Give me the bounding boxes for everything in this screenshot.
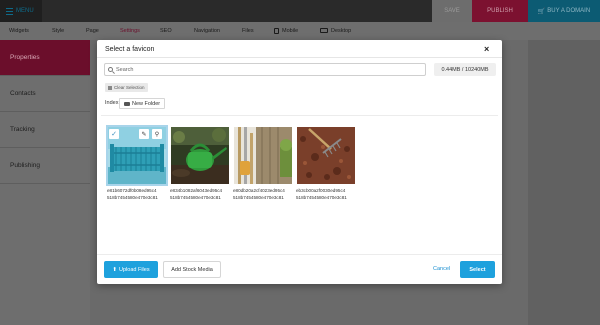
- menu-button[interactable]: MENU: [0, 0, 42, 22]
- file-name-line: 518b7454580e470e3c81: [233, 195, 284, 200]
- file-thumbnail-watering-can[interactable]: [171, 127, 229, 184]
- upload-files-label: Upload Files: [119, 266, 150, 273]
- tab-desktop-label: Desktop: [331, 28, 352, 34]
- file-name-line: 518b7454580e470e3c81: [296, 195, 347, 200]
- folder-icon: [124, 101, 130, 106]
- buy-domain-label: BUY A DOMAIN: [547, 8, 591, 14]
- sidebar-item-properties[interactable]: Properties: [0, 40, 90, 76]
- close-icon[interactable]: ×: [484, 44, 489, 54]
- file-name-line: e834b1082af6043ed95c4: [170, 188, 223, 193]
- breadcrumb-index[interactable]: Index: [105, 100, 118, 106]
- file-name-line: e81b6072df0b08ed95c4: [107, 188, 157, 193]
- new-folder-label: New Folder: [132, 100, 161, 107]
- file-name-line: e80db20a2cf4023ed95c4: [233, 188, 285, 193]
- tab-page[interactable]: Page: [86, 22, 99, 40]
- hamburger-icon: [6, 7, 13, 15]
- cancel-button[interactable]: Cancel: [433, 261, 450, 278]
- add-stock-media-button[interactable]: Add Stock Media: [163, 261, 221, 278]
- desktop-icon: [320, 28, 328, 34]
- save-button[interactable]: SAVE: [432, 0, 472, 22]
- file-name: e81b6072df0b08ed95c4 518b7454580e470e3c8…: [107, 187, 171, 201]
- publish-button[interactable]: PUBLISH: [472, 0, 528, 22]
- buy-domain-button[interactable]: 🛒 BUY A DOMAIN: [528, 0, 600, 22]
- tab-mobile-label: Mobile: [282, 28, 299, 34]
- clear-selection-label: Clear Selection: [114, 85, 145, 90]
- divider: [97, 254, 502, 255]
- tab-seo[interactable]: SEO: [160, 22, 172, 40]
- file-name-line: 518b7454580e470e3c81: [170, 195, 221, 200]
- edit-pencil-icon[interactable]: ✎: [139, 129, 149, 139]
- menu-label: MENU: [16, 8, 34, 14]
- tab-widgets[interactable]: Widgets: [9, 22, 29, 40]
- storage-usage: 0.44MB / 10240MB: [434, 63, 496, 76]
- checkmark-icon[interactable]: ✓: [109, 129, 119, 139]
- file-name-line: 518b7454580e470e3c81: [107, 195, 158, 200]
- tab-settings[interactable]: Settings: [120, 22, 140, 40]
- right-panel: [528, 40, 600, 325]
- cart-icon: 🛒: [537, 8, 546, 15]
- file-name-line: eb3cb00a2f0030ed95c4: [296, 188, 346, 193]
- divider: [101, 115, 498, 116]
- watering-can-image: [171, 127, 229, 184]
- tab-files[interactable]: Files: [242, 22, 254, 40]
- tab-mobile[interactable]: Mobile: [274, 22, 298, 40]
- tab-style[interactable]: Style: [52, 22, 64, 40]
- select-button[interactable]: Select: [460, 261, 495, 278]
- search-input[interactable]: [116, 66, 406, 73]
- file-name: e80db20a2cf4023ed95c4 518b7454580e470e3c…: [233, 187, 297, 201]
- file-thumbnail-soil-rake[interactable]: [297, 127, 355, 184]
- favicon-modal: Select a favicon × 0.44MB / 10240MB Clea…: [97, 40, 502, 284]
- upload-files-button[interactable]: ⬆ Upload Files: [104, 261, 158, 278]
- clear-icon: [108, 85, 112, 90]
- file-name: eb3cb00a2f0030ed95c4 518b7454580e470e3c8…: [296, 187, 360, 201]
- file-thumbnail-garden-tools[interactable]: [234, 127, 292, 184]
- zoom-magnifier-icon[interactable]: ⚲: [152, 129, 162, 139]
- sidebar-item-tracking[interactable]: Tracking: [0, 112, 90, 148]
- file-name: e834b1082af6043ed95c4 518b7454580e470e3c…: [170, 187, 234, 201]
- tab-navigation[interactable]: Navigation: [194, 22, 220, 40]
- divider: [97, 57, 502, 58]
- search-icon: [108, 67, 113, 72]
- sidebar-item-publishing[interactable]: Publishing: [0, 148, 90, 184]
- clear-selection-button[interactable]: Clear Selection: [105, 83, 148, 92]
- garden-tools-image: [234, 127, 292, 184]
- sidebar-item-contacts[interactable]: Contacts: [0, 76, 90, 112]
- search-field[interactable]: [104, 63, 426, 76]
- soil-rake-image: [297, 127, 355, 184]
- new-folder-button[interactable]: New Folder: [119, 98, 166, 109]
- modal-title: Select a favicon: [105, 46, 155, 53]
- upload-icon: ⬆: [112, 266, 118, 273]
- tab-desktop[interactable]: Desktop: [320, 22, 351, 40]
- mobile-icon: [274, 27, 279, 34]
